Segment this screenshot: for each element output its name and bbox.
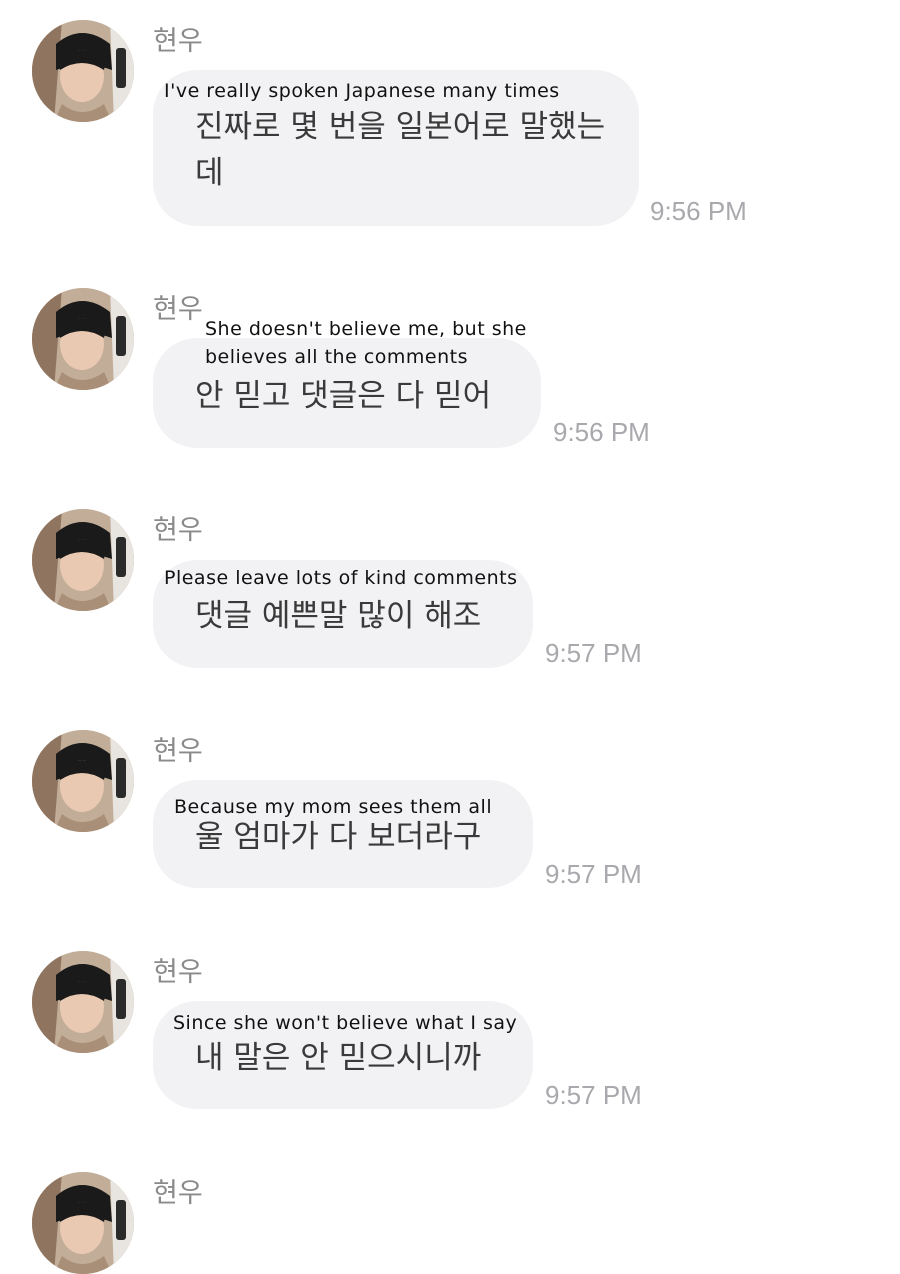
message-timestamp: 9:56 PM [553,417,650,447]
sender-name: 현우 [153,736,203,767]
translation-caption: I've really spoken Japanese many times [164,80,560,102]
message-text: 댓글 예쁜말 많이 해조 [195,598,482,634]
message-text: 안 믿고 댓글은 다 믿어 [195,378,492,414]
profile-photo-icon [32,20,134,122]
profile-photo-icon [32,288,134,390]
profile-photo-icon [32,1172,134,1274]
translation-caption: Please leave lots of kind comments [164,567,518,589]
message-timestamp: 9:57 PM [545,859,642,889]
avatar[interactable] [32,20,134,122]
sender-name: 현우 [153,1178,203,1209]
translation-caption: Since she won't believe what I say [173,1012,518,1034]
avatar[interactable] [32,1172,134,1274]
avatar[interactable] [32,288,134,390]
avatar[interactable] [32,509,134,611]
sender-name: 현우 [153,957,203,988]
profile-photo-icon [32,951,134,1053]
sender-name: 현우 [153,26,203,57]
message-text: 진짜로 몇 번을 일본어로 말했는데 [195,109,606,191]
translation-caption: She doesn't believe me, but she believes… [205,318,527,368]
avatar[interactable] [32,951,134,1053]
translation-caption: Because my mom sees them all [174,796,493,818]
profile-photo-icon [32,509,134,611]
message-timestamp: 9:57 PM [545,1080,642,1110]
sender-name: 현우 [153,294,203,325]
profile-photo-icon [32,730,134,832]
avatar[interactable] [32,730,134,832]
message-text: 내 말은 안 믿으시니까 [195,1040,482,1076]
message-timestamp: 9:57 PM [545,638,642,668]
message-timestamp: 9:56 PM [650,196,747,226]
sender-name: 현우 [153,515,203,546]
